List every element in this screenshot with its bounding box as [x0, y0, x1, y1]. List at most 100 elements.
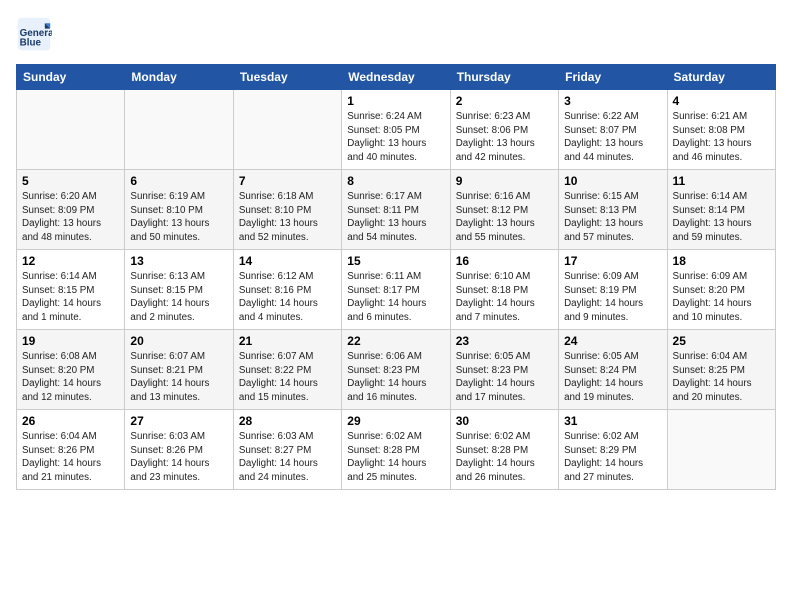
day-info: Sunrise: 6:04 AM Sunset: 8:25 PM Dayligh… [673, 350, 770, 405]
weekday-header-friday: Friday [559, 65, 667, 90]
day-number: 29 [347, 414, 444, 428]
day-info: Sunrise: 6:02 AM Sunset: 8:28 PM Dayligh… [347, 430, 444, 485]
day-info: Sunrise: 6:05 AM Sunset: 8:24 PM Dayligh… [564, 350, 661, 405]
calendar-cell: 28 Sunrise: 6:03 AM Sunset: 8:27 PM Dayli… [233, 410, 341, 490]
calendar-cell: 31 Sunrise: 6:02 AM Sunset: 8:29 PM Dayli… [559, 410, 667, 490]
day-number: 1 [347, 94, 444, 108]
day-info: Sunrise: 6:09 AM Sunset: 8:19 PM Dayligh… [564, 270, 661, 325]
day-info: Sunrise: 6:10 AM Sunset: 8:18 PM Dayligh… [456, 270, 553, 325]
day-number: 10 [564, 174, 661, 188]
calendar-cell: 17 Sunrise: 6:09 AM Sunset: 8:19 PM Dayli… [559, 250, 667, 330]
day-number: 2 [456, 94, 553, 108]
day-number: 15 [347, 254, 444, 268]
calendar-cell: 1 Sunrise: 6:24 AM Sunset: 8:05 PM Daylig… [342, 90, 450, 170]
weekday-header-thursday: Thursday [450, 65, 558, 90]
calendar-cell: 7 Sunrise: 6:18 AM Sunset: 8:10 PM Daylig… [233, 170, 341, 250]
logo: General Blue [16, 16, 58, 52]
day-number: 27 [130, 414, 227, 428]
weekday-header-monday: Monday [125, 65, 233, 90]
calendar-cell: 18 Sunrise: 6:09 AM Sunset: 8:20 PM Dayli… [667, 250, 775, 330]
day-number: 26 [22, 414, 119, 428]
day-number: 16 [456, 254, 553, 268]
logo-icon: General Blue [16, 16, 52, 52]
day-info: Sunrise: 6:18 AM Sunset: 8:10 PM Dayligh… [239, 190, 336, 245]
day-number: 7 [239, 174, 336, 188]
weekday-header-tuesday: Tuesday [233, 65, 341, 90]
calendar-cell: 8Sunrise: 6:17 AM Sunset: 8:11 PM Daylig… [342, 170, 450, 250]
day-info: Sunrise: 6:15 AM Sunset: 8:13 PM Dayligh… [564, 190, 661, 245]
calendar-cell: 25Sunrise: 6:04 AM Sunset: 8:25 PM Dayli… [667, 330, 775, 410]
calendar-cell: 10 Sunrise: 6:15 AM Sunset: 8:13 PM Dayli… [559, 170, 667, 250]
day-info: Sunrise: 6:08 AM Sunset: 8:20 PM Dayligh… [22, 350, 119, 405]
calendar-week-row: 19Sunrise: 6:08 AM Sunset: 8:20 PM Dayli… [17, 330, 776, 410]
day-info: Sunrise: 6:06 AM Sunset: 8:23 PM Dayligh… [347, 350, 444, 405]
day-info: Sunrise: 6:03 AM Sunset: 8:27 PM Dayligh… [239, 430, 336, 485]
calendar-cell: 14 Sunrise: 6:12 AM Sunset: 8:16 PM Dayli… [233, 250, 341, 330]
day-info: Sunrise: 6:20 AM Sunset: 8:09 PM Dayligh… [22, 190, 119, 245]
calendar-cell: 23 Sunrise: 6:05 AM Sunset: 8:23 PM Dayli… [450, 330, 558, 410]
calendar-cell: 11 Sunrise: 6:14 AM Sunset: 8:14 PM Dayli… [667, 170, 775, 250]
day-number: 30 [456, 414, 553, 428]
day-info: Sunrise: 6:07 AM Sunset: 8:22 PM Dayligh… [239, 350, 336, 405]
calendar-week-row: 12 Sunrise: 6:14 AM Sunset: 8:15 PM Dayli… [17, 250, 776, 330]
weekday-header-saturday: Saturday [667, 65, 775, 90]
calendar-cell: 2 Sunrise: 6:23 AM Sunset: 8:06 PM Daylig… [450, 90, 558, 170]
day-number: 6 [130, 174, 227, 188]
calendar-cell: 15 Sunrise: 6:11 AM Sunset: 8:17 PM Dayli… [342, 250, 450, 330]
day-number: 22 [347, 334, 444, 348]
day-number: 23 [456, 334, 553, 348]
day-info: Sunrise: 6:05 AM Sunset: 8:23 PM Dayligh… [456, 350, 553, 405]
calendar-cell: 21 Sunrise: 6:07 AM Sunset: 8:22 PM Dayli… [233, 330, 341, 410]
calendar-cell: 9Sunrise: 6:16 AM Sunset: 8:12 PM Daylig… [450, 170, 558, 250]
day-info: Sunrise: 6:23 AM Sunset: 8:06 PM Dayligh… [456, 110, 553, 165]
day-info: Sunrise: 6:21 AM Sunset: 8:08 PM Dayligh… [673, 110, 770, 165]
day-number: 28 [239, 414, 336, 428]
day-info: Sunrise: 6:24 AM Sunset: 8:05 PM Dayligh… [347, 110, 444, 165]
day-number: 5 [22, 174, 119, 188]
day-info: Sunrise: 6:09 AM Sunset: 8:20 PM Dayligh… [673, 270, 770, 325]
calendar-cell: 12 Sunrise: 6:14 AM Sunset: 8:15 PM Dayli… [17, 250, 125, 330]
day-info: Sunrise: 6:19 AM Sunset: 8:10 PM Dayligh… [130, 190, 227, 245]
day-number: 9 [456, 174, 553, 188]
day-info: Sunrise: 6:04 AM Sunset: 8:26 PM Dayligh… [22, 430, 119, 485]
day-info: Sunrise: 6:17 AM Sunset: 8:11 PM Dayligh… [347, 190, 444, 245]
calendar-cell: 19Sunrise: 6:08 AM Sunset: 8:20 PM Dayli… [17, 330, 125, 410]
day-info: Sunrise: 6:02 AM Sunset: 8:29 PM Dayligh… [564, 430, 661, 485]
day-number: 21 [239, 334, 336, 348]
calendar-cell: 22 Sunrise: 6:06 AM Sunset: 8:23 PM Dayli… [342, 330, 450, 410]
day-info: Sunrise: 6:14 AM Sunset: 8:14 PM Dayligh… [673, 190, 770, 245]
day-number: 12 [22, 254, 119, 268]
day-number: 18 [673, 254, 770, 268]
day-info: Sunrise: 6:22 AM Sunset: 8:07 PM Dayligh… [564, 110, 661, 165]
calendar-week-row: 1 Sunrise: 6:24 AM Sunset: 8:05 PM Daylig… [17, 90, 776, 170]
calendar-cell: 4 Sunrise: 6:21 AM Sunset: 8:08 PM Daylig… [667, 90, 775, 170]
calendar-cell: 27Sunrise: 6:03 AM Sunset: 8:26 PM Dayli… [125, 410, 233, 490]
calendar-cell [667, 410, 775, 490]
day-number: 4 [673, 94, 770, 108]
calendar-cell: 5 Sunrise: 6:20 AM Sunset: 8:09 PM Daylig… [17, 170, 125, 250]
day-number: 14 [239, 254, 336, 268]
svg-text:Blue: Blue [20, 38, 42, 49]
calendar-cell: 16 Sunrise: 6:10 AM Sunset: 8:18 PM Dayli… [450, 250, 558, 330]
page-header: General Blue [16, 16, 776, 52]
calendar-header: SundayMondayTuesdayWednesdayThursdayFrid… [17, 65, 776, 90]
day-info: Sunrise: 6:14 AM Sunset: 8:15 PM Dayligh… [22, 270, 119, 325]
calendar-cell [233, 90, 341, 170]
calendar-cell: 30 Sunrise: 6:02 AM Sunset: 8:28 PM Dayli… [450, 410, 558, 490]
day-info: Sunrise: 6:12 AM Sunset: 8:16 PM Dayligh… [239, 270, 336, 325]
calendar-cell: 6 Sunrise: 6:19 AM Sunset: 8:10 PM Daylig… [125, 170, 233, 250]
calendar-cell: 13Sunrise: 6:13 AM Sunset: 8:15 PM Dayli… [125, 250, 233, 330]
calendar-cell: 20Sunrise: 6:07 AM Sunset: 8:21 PM Dayli… [125, 330, 233, 410]
day-number: 17 [564, 254, 661, 268]
weekday-header-row: SundayMondayTuesdayWednesdayThursdayFrid… [17, 65, 776, 90]
weekday-header-wednesday: Wednesday [342, 65, 450, 90]
day-info: Sunrise: 6:11 AM Sunset: 8:17 PM Dayligh… [347, 270, 444, 325]
day-info: Sunrise: 6:02 AM Sunset: 8:28 PM Dayligh… [456, 430, 553, 485]
day-number: 24 [564, 334, 661, 348]
day-number: 31 [564, 414, 661, 428]
calendar-cell: 3 Sunrise: 6:22 AM Sunset: 8:07 PM Daylig… [559, 90, 667, 170]
day-number: 3 [564, 94, 661, 108]
day-number: 11 [673, 174, 770, 188]
day-info: Sunrise: 6:13 AM Sunset: 8:15 PM Dayligh… [130, 270, 227, 325]
calendar-cell: 29 Sunrise: 6:02 AM Sunset: 8:28 PM Dayli… [342, 410, 450, 490]
